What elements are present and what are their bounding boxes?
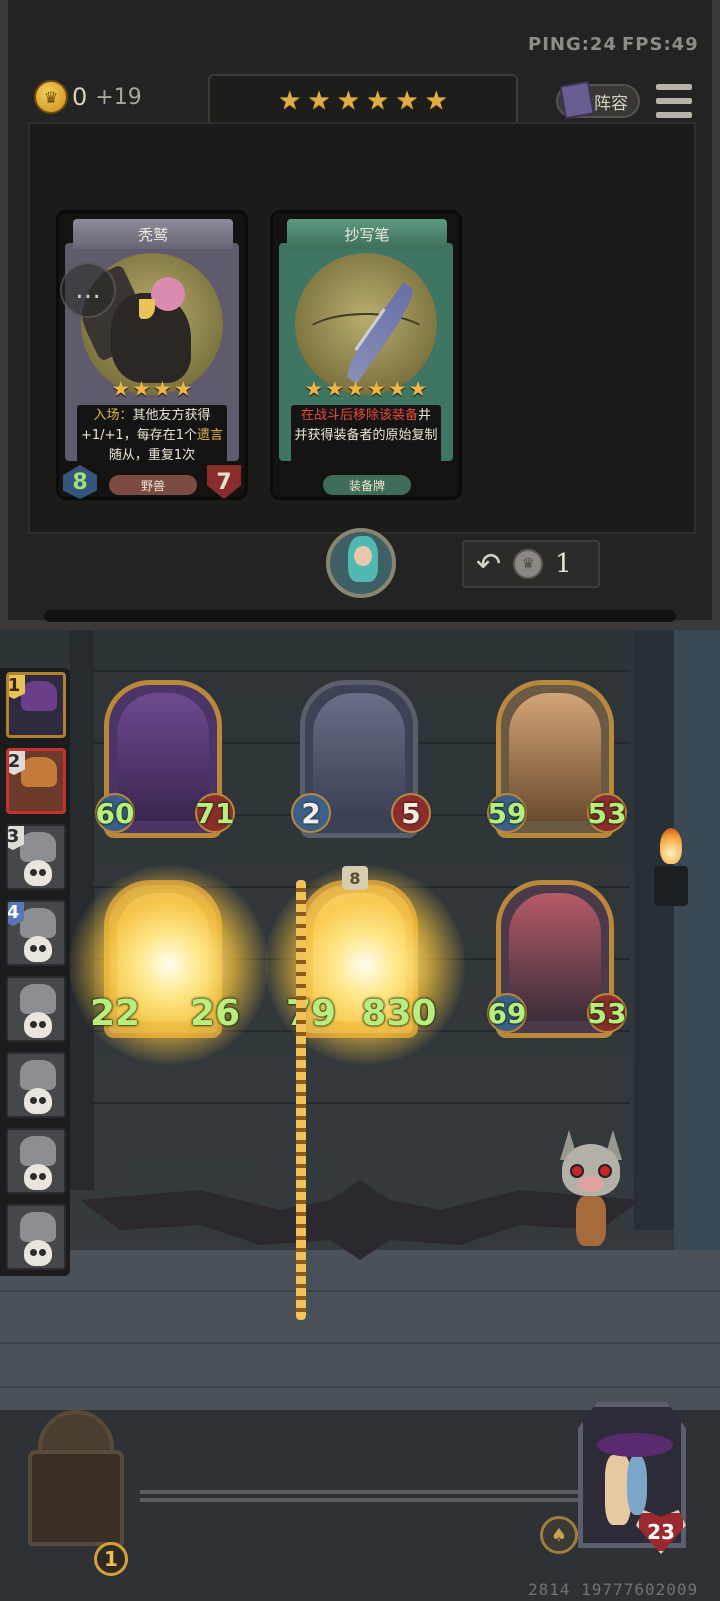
minion-health: 5 (391, 793, 431, 833)
tavern-tier-stars: ★ ★ ★ ★ ★ ★ (208, 74, 518, 126)
minion-badge: 8 (342, 866, 368, 890)
card-name: 秃鹫 (73, 219, 233, 249)
minion-card[interactable]: 69 53 (487, 880, 627, 1038)
minion-card[interactable]: 59 53 (487, 680, 627, 838)
minion-attack: 60 (95, 793, 135, 833)
minion-card[interactable]: 60 71 (95, 680, 235, 838)
gold-chain-effect (296, 880, 306, 1320)
skull-icon (24, 936, 52, 962)
treasure-chest-button[interactable]: 1 (10, 1410, 142, 1576)
lineup-label: 阵容 (594, 93, 628, 114)
shop-panel: PING:24 FPS:49 ♛ 0 +19 ★ ★ ★ ★ ★ ★ 阵容 秃鹫… (0, 0, 720, 630)
card-star-rating: ★ ★ ★ ★ ★ ★ (304, 377, 428, 401)
minion-attack: 69 (487, 993, 527, 1033)
coin-icon: ♛ (513, 549, 544, 579)
refresh-shop-button[interactable]: ↶ ♛ 1 (462, 540, 600, 588)
shop-card-vulture[interactable]: 秃鹫 ★ ★ ★ ★ 入场：其他友方获得 +1/+1，每存在1个遗言随从，重复1次 野… (56, 210, 248, 500)
panel-divider (44, 610, 676, 622)
torch-flame (660, 828, 682, 864)
minion-health: 53 (587, 793, 627, 833)
card-attack: 8 (63, 465, 97, 499)
team-slot[interactable]: 2 (6, 748, 66, 814)
team-slot[interactable]: 3 (6, 824, 66, 890)
tier-star: ★ (395, 86, 419, 116)
card-description: 入场：其他友方获得 +1/+1，每存在1个遗言随从，重复1次 (77, 405, 227, 463)
speech-bubble-icon: … (75, 275, 101, 305)
skull-icon (24, 1088, 52, 1114)
tier-star: ★ (307, 86, 331, 116)
minion-attack: 59 (487, 793, 527, 833)
menu-icon (656, 84, 692, 90)
team-slot[interactable] (6, 1128, 66, 1194)
skull-icon (24, 1012, 52, 1038)
chest-icon (28, 1450, 124, 1546)
tier-star: ★ (336, 86, 360, 116)
tier-star: ★ (424, 86, 448, 116)
game-id: 2814 19777602009 (528, 1580, 699, 1599)
skull-icon (24, 1164, 52, 1190)
menu-button[interactable] (656, 84, 692, 118)
card-health: 7 (207, 465, 241, 499)
gold-display: ♛ 0 +19 (34, 80, 142, 114)
team-slot[interactable]: 1 (6, 672, 66, 738)
book-icon (559, 80, 595, 120)
skull-icon (24, 860, 52, 886)
chest-count: 1 (94, 1542, 128, 1576)
undo-arrow-icon: ↶ (476, 546, 502, 582)
team-slot[interactable] (6, 1052, 66, 1118)
minion-health: 71 (195, 793, 235, 833)
card-star-rating: ★ ★ ★ ★ (111, 377, 193, 401)
card-description: 在战斗后移除该装备井 并获得装备者的原始复制 (291, 405, 441, 463)
skull-icon (24, 1240, 52, 1266)
refresh-cost: 1 (555, 549, 572, 579)
torch-holder (654, 866, 688, 906)
team-slot[interactable] (6, 976, 66, 1042)
fps-readout: FPS:49 (622, 34, 699, 55)
team-slot[interactable]: 4 (6, 900, 66, 966)
minion-attack: 22 (89, 992, 141, 1034)
hero-power-button[interactable]: ♠ (540, 1516, 578, 1554)
minion-health: 26 (189, 992, 241, 1034)
shovel-icon: ♠ (550, 1524, 568, 1546)
battle-board: 1 2 3 4 60 71 2 5 59 53 22 26 79 830 8 6… (0, 630, 720, 1601)
lineup-button[interactable]: 阵容 (556, 80, 640, 120)
minion-health: 830 (361, 992, 437, 1034)
hud-rail (140, 1490, 580, 1502)
tier-star: ★ (366, 86, 390, 116)
minion-attack: 2 (291, 793, 331, 833)
team-sidebar: 1 2 3 4 (0, 668, 70, 1276)
card-name: 抄写笔 (287, 219, 447, 249)
minion-card[interactable]: 22 26 (69, 865, 269, 1065)
minion-card[interactable]: 2 5 (291, 680, 431, 838)
card-tribe-tag: 野兽 (109, 475, 197, 495)
gold-coin-icon: ♛ (34, 80, 68, 114)
shop-card-quill[interactable]: 抄写笔 ★ ★ ★ ★ ★ ★ 在战斗后移除该装备井 并获得装备者的原始复制 装备牌 (270, 210, 462, 500)
chat-bubble-button[interactable]: … (60, 262, 116, 318)
card-type-tag: 装备牌 (323, 475, 411, 495)
tier-star: ★ (278, 86, 302, 116)
gold-income: +19 (95, 84, 142, 110)
gold-value: 0 (72, 83, 88, 111)
minion-card[interactable]: 79 830 (265, 865, 465, 1065)
team-slot[interactable] (6, 1204, 66, 1270)
bat-pig-mascot[interactable] (556, 1130, 626, 1266)
ping-readout: PING:24 (528, 34, 617, 55)
quill-pen-portrait (295, 253, 437, 395)
hero-portrait-button[interactable] (326, 528, 396, 598)
minion-health: 53 (587, 993, 627, 1033)
